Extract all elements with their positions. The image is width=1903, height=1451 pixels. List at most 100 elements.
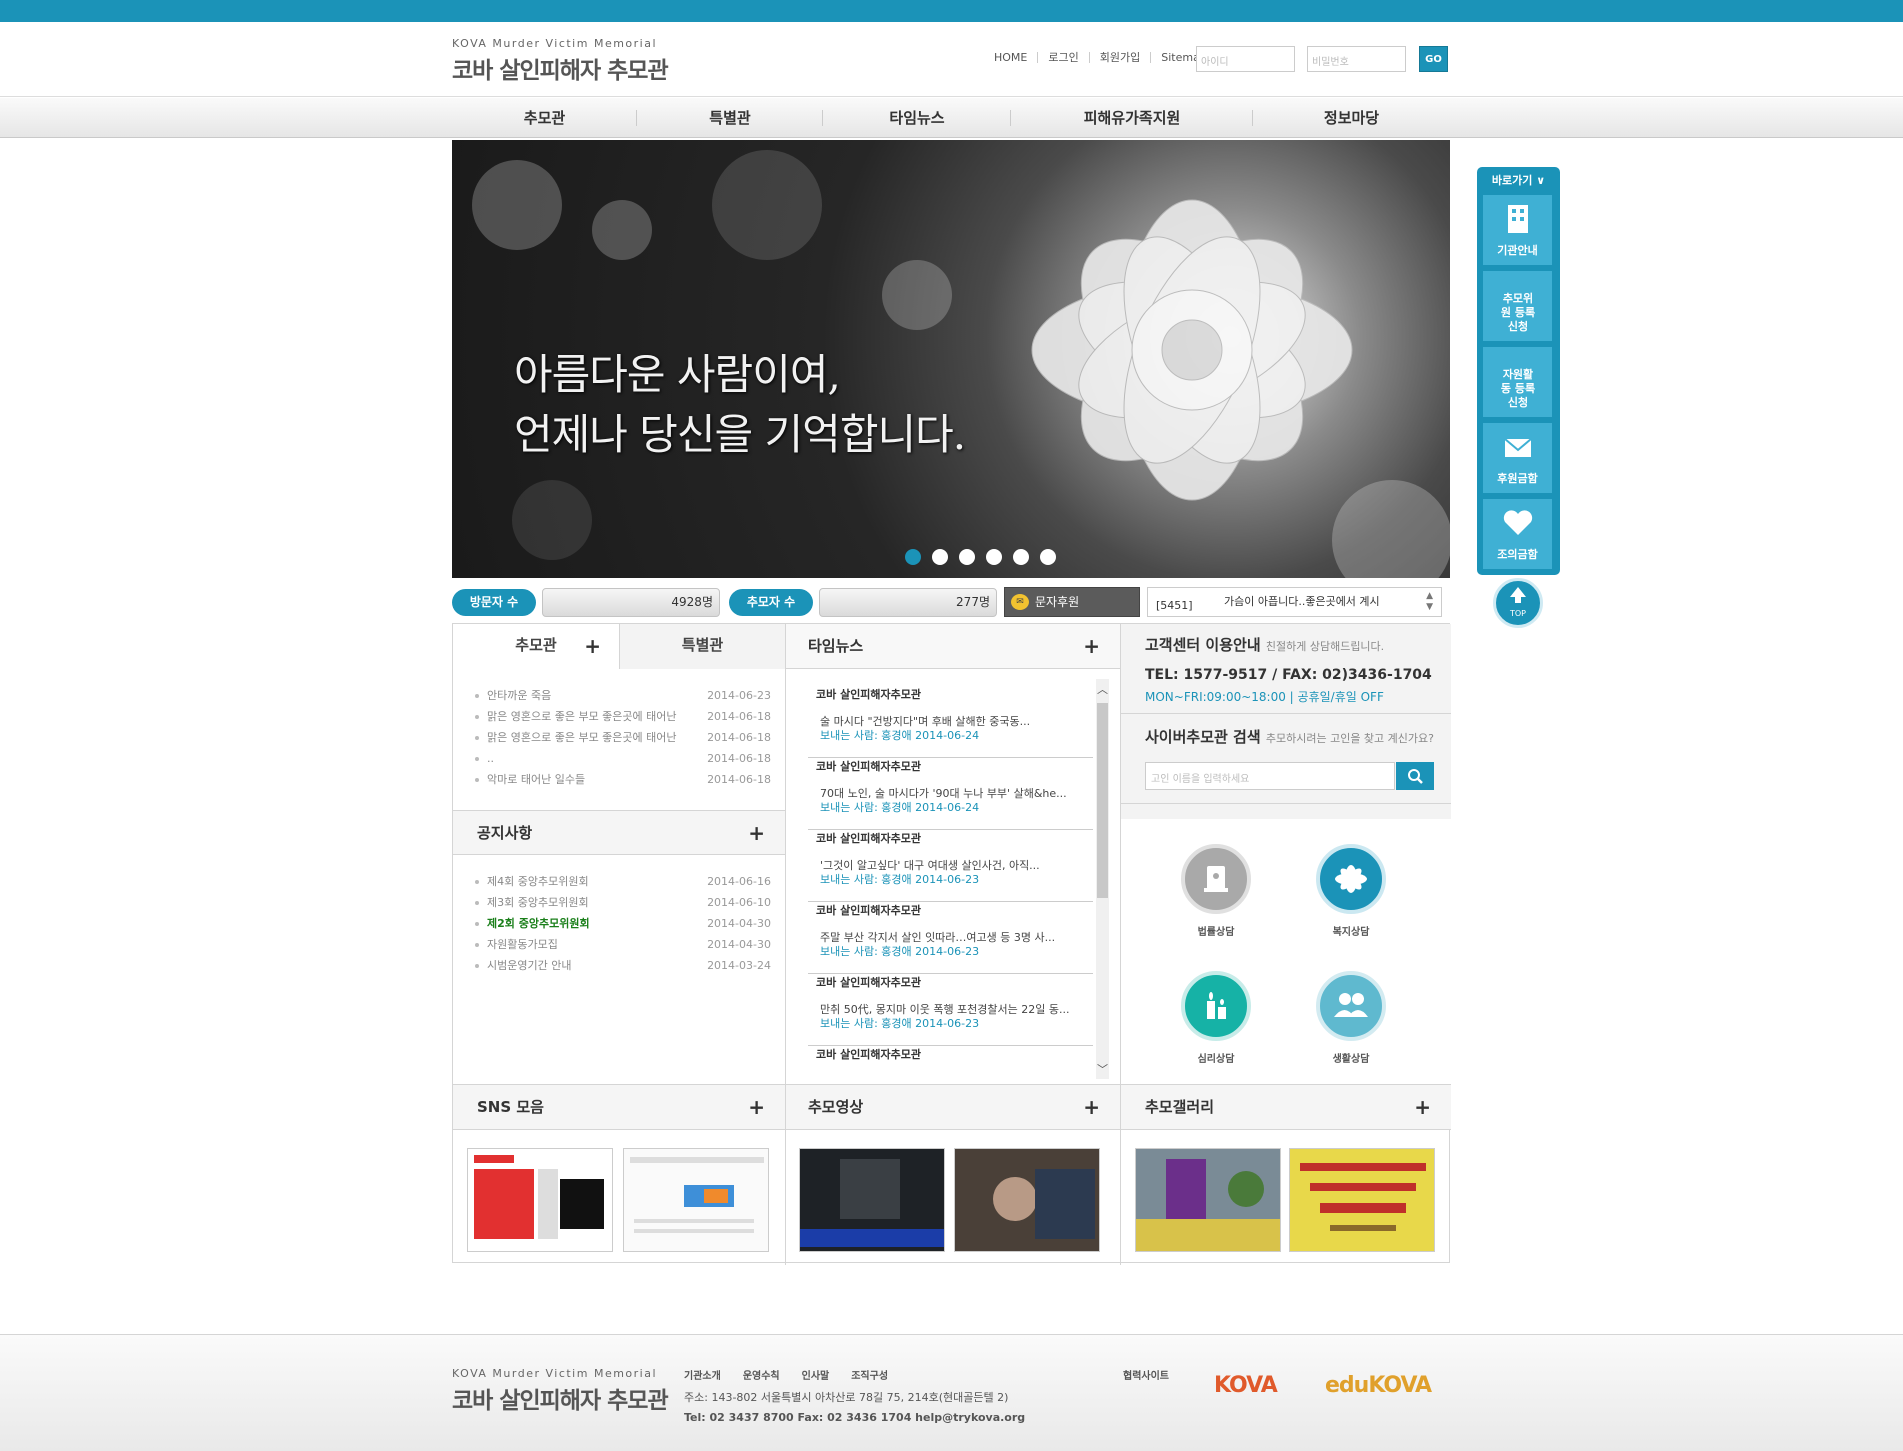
- list-item[interactable]: 자원활동가모집 2014-04-30: [475, 934, 771, 955]
- hero-text: 아름다운 사람이여, 언제나 당신을 기억합니다.: [514, 345, 966, 465]
- list-item[interactable]: 안타까운 죽음 2014-06-23: [475, 685, 771, 706]
- quick-volunteer-register[interactable]: 자원활동 등록신청: [1483, 347, 1552, 417]
- back-to-top-button[interactable]: TOP: [1493, 578, 1543, 628]
- signup-link[interactable]: 회원가입: [1088, 52, 1150, 63]
- footer-contact-line: Tel: 02 3437 8700 Fax: 02 3436 1704 help…: [684, 1411, 1026, 1424]
- news-item[interactable]: 코바 살인피해자추모관: [808, 1046, 1093, 1076]
- footer-link-rules[interactable]: 운영수칙: [743, 1367, 780, 1382]
- list-item[interactable]: 제2회 중앙추모위원회 2014-04-30: [475, 913, 771, 934]
- news-item[interactable]: 코바 살인피해자추모관 술 마시다 "건방지다"며 후배 살해한 중국동... 보내…: [808, 686, 1093, 758]
- psych-consult[interactable]: 심리상담: [1181, 971, 1251, 1065]
- tab-special[interactable]: 특별관: [619, 624, 785, 669]
- nav-info[interactable]: 정보마당: [1253, 98, 1450, 138]
- gallery-thumbnail[interactable]: [1289, 1148, 1435, 1252]
- more-plus-icon[interactable]: +: [748, 1097, 765, 1117]
- more-plus-icon[interactable]: +: [1083, 636, 1100, 656]
- news-source: 코바 살인피해자추모관: [816, 904, 922, 917]
- legal-consult[interactable]: 법률상담: [1181, 844, 1251, 938]
- video-title: 추모영상: [808, 1098, 864, 1116]
- search-input[interactable]: 고인 이름을 입력하세요: [1145, 762, 1395, 790]
- cs-hours: MON~FRI:09:00~18:00 | 공휴일/휴일 OFF: [1145, 690, 1384, 704]
- list-item[interactable]: 맑은 영혼으로 좋은 부모 좋은곳에 태어난 2014-06-18: [475, 727, 771, 748]
- slide-dot[interactable]: [1013, 549, 1029, 565]
- news-title-text: 70대 노인, 술 마시다가 '90대 누나 부부' 살해&he...: [820, 787, 1067, 800]
- kova-partner-logo[interactable]: KOVA: [1214, 1373, 1278, 1398]
- nav-family-support[interactable]: 피해유가족지원: [1011, 98, 1253, 138]
- slide-dot[interactable]: [932, 549, 948, 565]
- quick-committee-register[interactable]: 추모위원 등록신청: [1483, 271, 1552, 341]
- scroll-down-icon[interactable]: ﹀: [1096, 1061, 1109, 1077]
- nav-timenews[interactable]: 타임뉴스: [823, 98, 1011, 138]
- life-consult[interactable]: 생활상담: [1316, 971, 1386, 1065]
- message-icon: ✉: [1011, 594, 1029, 610]
- login-go-button[interactable]: GO: [1419, 46, 1448, 72]
- legal-consult-label: 법률상담: [1197, 927, 1235, 938]
- slide-dot[interactable]: [1040, 549, 1056, 565]
- item-date: 2014-03-24: [707, 959, 771, 972]
- gallery-thumbnail[interactable]: [1135, 1148, 1281, 1252]
- header: KOVA Murder Victim Memorial 코바 살인피해자 추모관…: [0, 22, 1903, 97]
- edukova-partner-logo[interactable]: eduKOVA: [1325, 1373, 1432, 1398]
- visitors-count: 4928명: [542, 588, 720, 617]
- message-ticker[interactable]: [5451] 가슴이 아픕니다..좋은곳에서 계시 ▲ ▼: [1147, 587, 1442, 617]
- news-sender: 보내는 사람: 홍경애 2014-06-23: [820, 1017, 980, 1030]
- news-item[interactable]: 코바 살인피해자추모관 70대 노인, 술 마시다가 '90대 누나 부부' 살해…: [808, 758, 1093, 830]
- sms-donation[interactable]: ✉ 문자후원 #9517: [1004, 587, 1140, 639]
- item-title: ..: [475, 748, 494, 769]
- news-scrollbar[interactable]: ︿ ﹀: [1096, 679, 1109, 1079]
- list-item[interactable]: 제4회 중앙추모위원회 2014-06-16: [475, 871, 771, 892]
- video-thumbnail[interactable]: [799, 1148, 945, 1252]
- welfare-consult-label: 복지상담: [1332, 927, 1370, 938]
- scroll-up-icon[interactable]: ︿: [1096, 681, 1109, 697]
- memorial-column: 추모관 + 특별관 안타까운 죽음 2014-06-23 맑은 영혼으로 좋은 부…: [453, 624, 786, 1084]
- ticker-arrows-icon[interactable]: ▲ ▼: [1426, 591, 1433, 613]
- quick-condolence-box[interactable]: 조의금함: [1483, 499, 1552, 569]
- nav-special[interactable]: 특별관: [637, 98, 823, 138]
- cs-title: 고객센터 이용안내: [1145, 636, 1261, 654]
- service-column: 고객센터 이용안내 친절하게 상담해드립니다. TEL: 1577-9517 /…: [1121, 624, 1451, 1084]
- welfare-consult[interactable]: 복지상담: [1316, 844, 1386, 938]
- news-source: 코바 살인피해자추모관: [816, 976, 922, 989]
- list-item[interactable]: .. 2014-06-18: [475, 748, 771, 769]
- quick-donation-box[interactable]: 후원금함: [1483, 423, 1552, 493]
- item-title: 제4회 중앙추모위원회: [475, 871, 589, 892]
- video-thumbnail[interactable]: [954, 1148, 1100, 1252]
- quick-org-info[interactable]: 기관안내: [1483, 195, 1552, 265]
- sns-thumbnail[interactable]: [623, 1148, 769, 1252]
- home-link[interactable]: HOME: [984, 52, 1037, 63]
- footer-address-line: 주소: 143-802 서울특별시 아차산로 78길 75, 214호(현대골든…: [684, 1391, 1009, 1404]
- list-item[interactable]: 제3회 중앙추모위원회 2014-06-10: [475, 892, 771, 913]
- site-logo[interactable]: KOVA Murder Victim Memorial 코바 살인피해자 추모관: [452, 37, 669, 85]
- gallery-title: 추모갤러리: [1145, 1098, 1215, 1116]
- id-input[interactable]: 아이디: [1196, 46, 1295, 72]
- slide-dot[interactable]: [959, 549, 975, 565]
- news-item[interactable]: 코바 살인피해자추모관 주말 부산 각지서 살인 잇따라…여고생 등 3명 사..…: [808, 902, 1093, 974]
- news-item[interactable]: 코바 살인피해자추모관 '그것이 알고싶다' 대구 여대생 살인사건, 아직...…: [808, 830, 1093, 902]
- list-item[interactable]: 시범운영기간 안내 2014-03-24: [475, 955, 771, 976]
- password-input[interactable]: 비밀번호: [1307, 46, 1406, 72]
- news-sender: 보내는 사람: 홍경애 2014-06-24: [820, 801, 980, 814]
- nav-memorial[interactable]: 추모관: [452, 98, 637, 138]
- gallery-section: 추모갤러리 +: [1121, 1085, 1451, 1265]
- slide-dot[interactable]: [986, 549, 1002, 565]
- scroll-thumb[interactable]: [1097, 703, 1108, 898]
- arrow-up-icon: [1510, 587, 1526, 603]
- more-plus-icon[interactable]: +: [1414, 1097, 1431, 1117]
- slide-dot[interactable]: [905, 549, 921, 565]
- login-link[interactable]: 로그인: [1037, 52, 1088, 63]
- item-date: 2014-06-18: [707, 710, 771, 723]
- news-item[interactable]: 코바 살인피해자추모관 만취 50代, 몽지마 이웃 폭행 포천경찰서는 22일 …: [808, 974, 1093, 1046]
- more-plus-icon[interactable]: +: [748, 823, 765, 843]
- item-title: 맑은 영혼으로 좋은 부모 좋은곳에 태어난: [475, 727, 677, 748]
- sns-title: SNS 모음: [477, 1098, 544, 1116]
- footer-link-greeting[interactable]: 인사말: [802, 1367, 830, 1382]
- search-button[interactable]: [1396, 762, 1434, 790]
- more-plus-icon[interactable]: +: [1083, 1097, 1100, 1117]
- footer-link-organization[interactable]: 조직구성: [851, 1367, 888, 1382]
- footer-link-about[interactable]: 기관소개: [684, 1367, 721, 1382]
- tab-memorial[interactable]: 추모관 +: [453, 624, 619, 670]
- list-item[interactable]: 맑은 영혼으로 좋은 부모 좋은곳에 태어난 2014-06-18: [475, 706, 771, 727]
- list-item[interactable]: 악마로 태어난 일수들 2014-06-18: [475, 769, 771, 790]
- more-plus-icon[interactable]: +: [584, 636, 601, 656]
- sns-thumbnail[interactable]: [467, 1148, 613, 1252]
